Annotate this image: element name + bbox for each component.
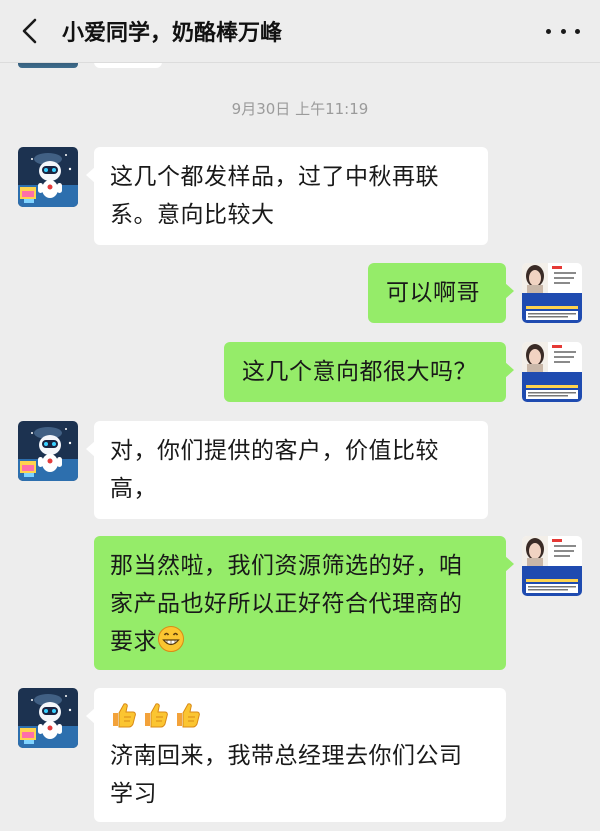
robot-avatar-icon <box>18 421 78 481</box>
message-text: 学习 <box>110 781 157 807</box>
message-text: 对，你们提供的客户，价值比较 <box>110 438 439 464</box>
message-text: 要求 <box>110 629 157 655</box>
my-avatar[interactable] <box>522 263 582 323</box>
profile-photo-icon <box>522 263 582 323</box>
message-text: 高， <box>110 476 157 502</box>
message-timestamp: 9月30日 上午11:19 <box>231 100 369 118</box>
grinning-face-emoji-icon <box>157 625 185 653</box>
message-bubble[interactable]: 这几个都发样品，过了中秋再联 系。意向比较大 <box>86 147 488 245</box>
message-text: 那当然啦，我们资源筛选的好，咱 <box>110 553 463 579</box>
my-avatar[interactable] <box>522 342 582 402</box>
robot-avatar-icon <box>18 147 78 207</box>
message-text: 系。意向比较大 <box>110 202 275 228</box>
robot-avatar-icon <box>18 688 78 748</box>
message-bubble[interactable]: 济南回来，我带总经理去你们公司 学习 <box>86 688 506 822</box>
message-bubble[interactable]: 对，你们提供的客户，价值比较 高， <box>86 421 488 519</box>
thumbs-up-icon <box>110 701 138 729</box>
thumbs-up-icon <box>142 701 170 729</box>
contact-avatar[interactable] <box>18 688 78 748</box>
profile-photo-icon <box>522 342 582 402</box>
back-button[interactable] <box>18 17 42 45</box>
message-text: 这几个意向都很大吗？ <box>242 359 477 385</box>
more-options-button[interactable] <box>546 18 580 44</box>
thumbs-up-icon <box>174 701 202 729</box>
emoji-line <box>110 699 490 737</box>
chevron-left-icon <box>22 18 37 44</box>
contact-avatar[interactable] <box>18 147 78 207</box>
message-bubble-outgoing[interactable]: 这几个意向都很大吗？ <box>224 342 514 402</box>
message-text: 济南回来，我带总经理去你们公司 <box>110 743 463 769</box>
contact-avatar[interactable] <box>18 421 78 481</box>
profile-photo-icon <box>522 536 582 596</box>
message-bubble-outgoing[interactable]: 可以啊哥 <box>368 263 514 323</box>
message-text: 可以啊哥 <box>386 280 480 306</box>
message-text: 这几个都发样品，过了中秋再联 <box>110 164 439 190</box>
more-dots-icon <box>546 28 551 34</box>
message-bubble-outgoing[interactable]: 那当然啦，我们资源筛选的好，咱 家产品也好所以正好符合代理商的 要求 <box>94 536 514 670</box>
chat-title: 小爱同学，奶酪棒万峰 <box>62 21 283 46</box>
message-text: 家产品也好所以正好符合代理商的 <box>110 591 463 617</box>
my-avatar[interactable] <box>522 536 582 596</box>
chat-header: 小爱同学，奶酪棒万峰 <box>0 0 600 63</box>
